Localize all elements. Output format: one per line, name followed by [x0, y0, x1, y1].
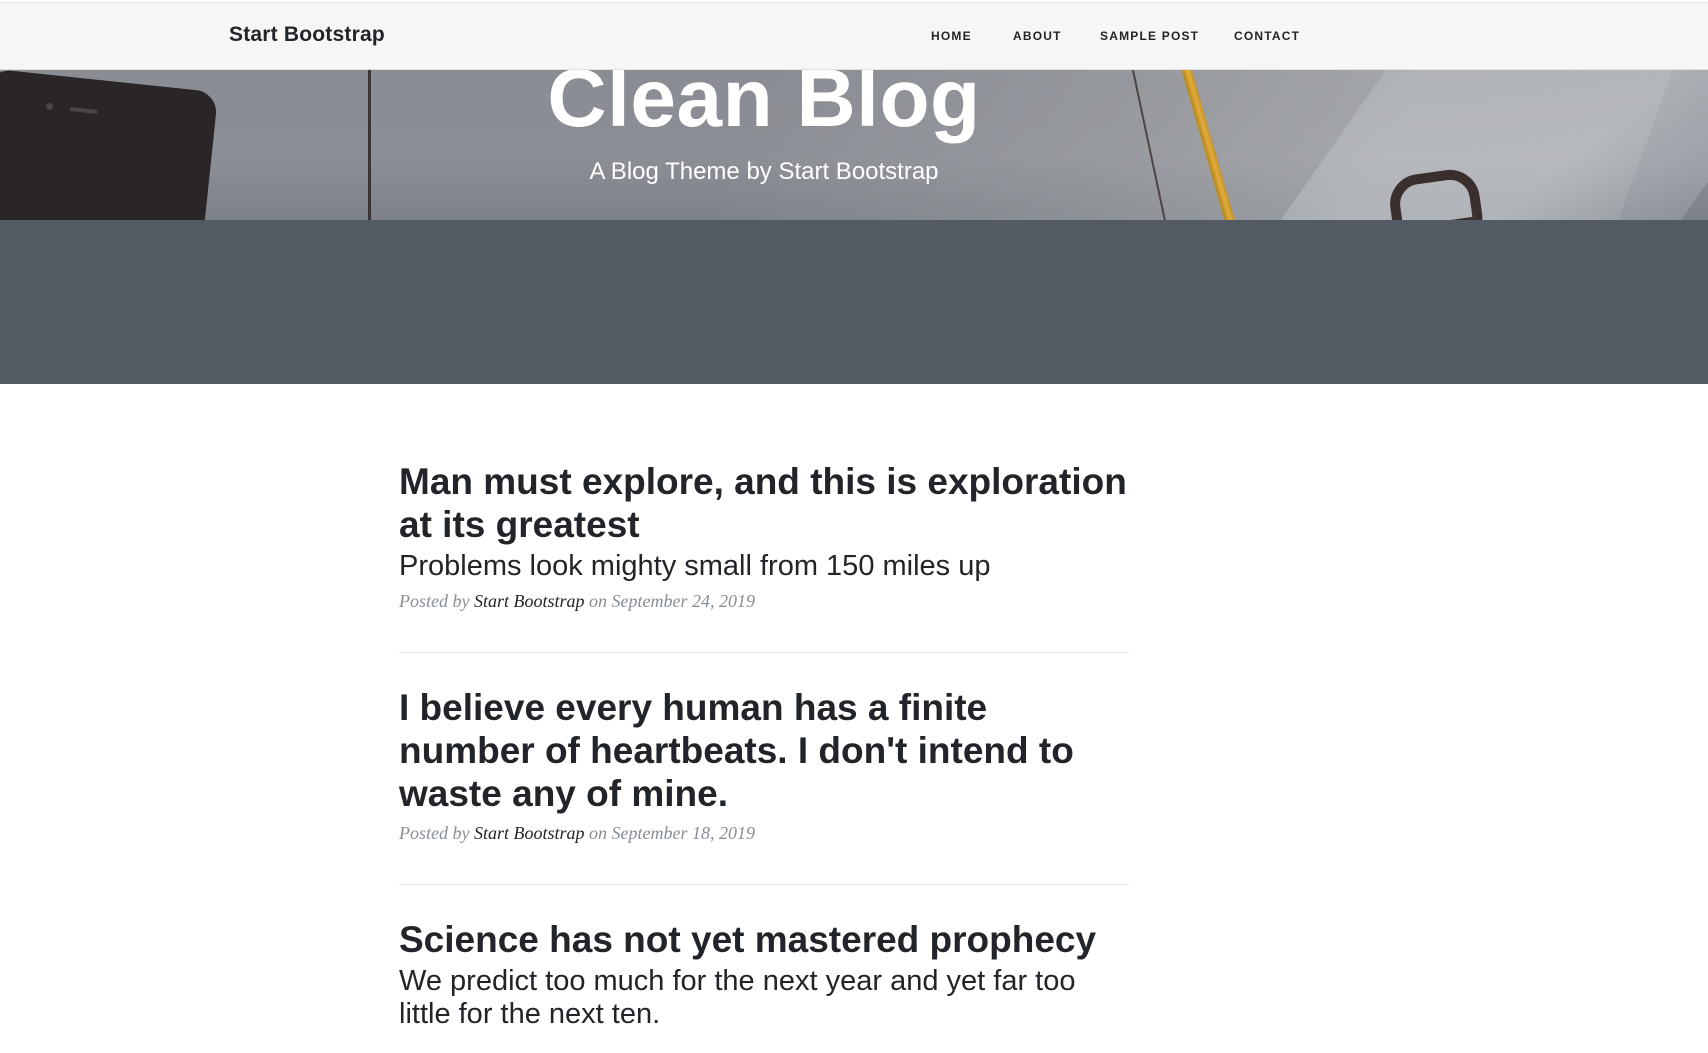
site-title: Clean Blog [547, 70, 981, 144]
post-meta: Posted by Start Bootstrap on September 1… [399, 823, 1129, 844]
site-heading: Clean Blog A Blog Theme by Start Bootstr… [0, 70, 1528, 186]
post-link[interactable]: I believe every human has a finite numbe… [399, 686, 1129, 815]
nav-link-about[interactable]: ABOUT [1013, 29, 1062, 43]
nav-links: HOME ABOUT SAMPLE POST CONTACT [0, 29, 1708, 49]
post-preview: Science has not yet mastered prophecy We… [399, 918, 1129, 1053]
site-subtitle: A Blog Theme by Start Bootstrap [589, 158, 939, 185]
navbar: Start Bootstrap HOME ABOUT SAMPLE POST C… [0, 2, 1708, 70]
post-link[interactable]: Man must explore, and this is exploratio… [399, 460, 1129, 583]
post-preview: Man must explore, and this is exploratio… [399, 460, 1129, 653]
masthead: Clean Blog A Blog Theme by Start Bootstr… [0, 70, 1708, 384]
post-meta: Posted by Start Bootstrap on September 2… [399, 591, 1129, 612]
post-link[interactable]: Science has not yet mastered prophecy We… [399, 918, 1129, 1031]
post-subtitle: Problems look mighty small from 150 mile… [399, 550, 991, 582]
author-link[interactable]: Start Bootstrap [474, 591, 585, 611]
post-title: Science has not yet mastered prophecy [399, 919, 1097, 960]
post-date: on September 24, 2019 [589, 591, 755, 611]
post-date: on September 18, 2019 [589, 823, 755, 843]
nav-link-contact[interactable]: CONTACT [1234, 29, 1300, 43]
post-meta-prefix: Posted by [399, 823, 470, 843]
post-title: I believe every human has a finite numbe… [399, 687, 1074, 814]
post-list: Man must explore, and this is exploratio… [399, 460, 1129, 1053]
post-meta-prefix: Posted by [399, 591, 470, 611]
author-link[interactable]: Start Bootstrap [474, 823, 585, 843]
nav-link-sample-post[interactable]: SAMPLE POST [1100, 29, 1199, 43]
post-title: Man must explore, and this is exploratio… [399, 461, 1127, 545]
post-subtitle: We predict too much for the next year an… [399, 965, 1076, 1030]
nav-link-home[interactable]: HOME [931, 29, 972, 43]
post-preview: I believe every human has a finite numbe… [399, 686, 1129, 885]
